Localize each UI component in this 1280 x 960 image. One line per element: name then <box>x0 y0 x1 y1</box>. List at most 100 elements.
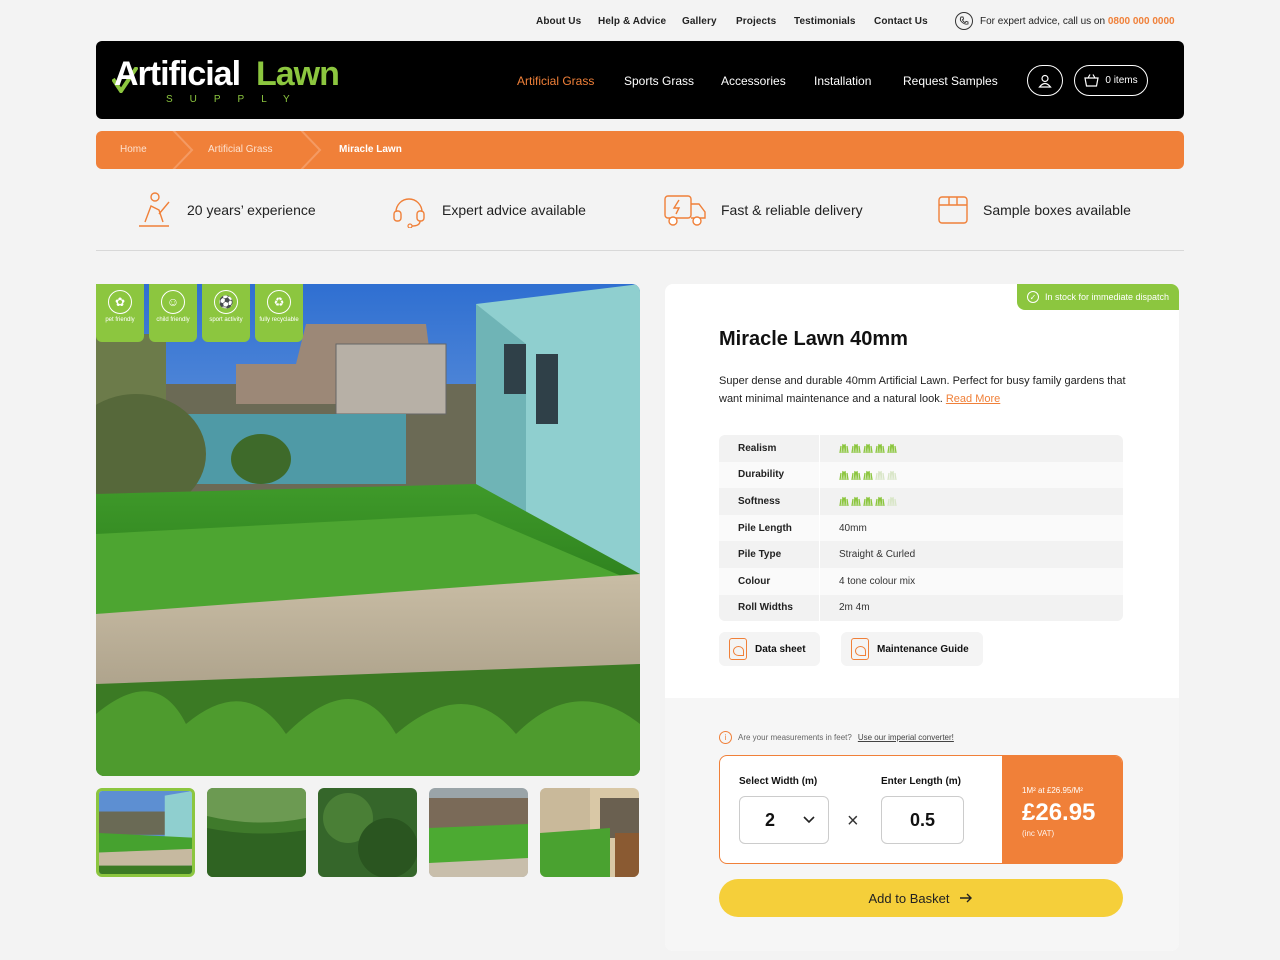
logo-supply: SUPPLY <box>166 94 307 105</box>
imperial-converter-link[interactable]: Use our imperial converter! <box>858 733 954 742</box>
feature-advice: Expert advice available <box>390 190 586 230</box>
worker-icon <box>139 192 170 227</box>
add-to-basket-button[interactable]: Add to Basket <box>719 879 1123 917</box>
badge-recyclable: ♻ fully recyclable <box>255 284 303 342</box>
rating-grass-icons <box>819 488 899 515</box>
thumbnail-5[interactable] <box>540 788 639 877</box>
breadcrumb-artificial-grass[interactable]: Artificial Grass <box>208 144 272 155</box>
logo-word-artificial: Artificial <box>114 55 241 93</box>
grass-tuft-icon-filled <box>863 497 873 507</box>
breadcrumb-current: Miracle Lawn <box>339 144 402 155</box>
help-advice-link[interactable]: Help & Advice <box>598 16 666 27</box>
grass-tuft-icon-filled <box>839 444 849 454</box>
thumbnail-1[interactable] <box>96 788 195 877</box>
section-divider <box>96 250 1184 251</box>
spec-label: Pile Length <box>738 522 792 534</box>
phone-icon <box>955 12 973 30</box>
width-value: 2 <box>765 809 776 830</box>
width-select[interactable]: 2 <box>739 796 829 844</box>
nav-request-samples[interactable]: Request Samples <box>903 74 998 88</box>
rating-row: Softness <box>719 488 1123 515</box>
basket-icon <box>1084 74 1100 87</box>
check-icon: ✓ <box>1026 291 1039 303</box>
spec-label: Roll Widths <box>738 602 793 614</box>
call-us-label: For expert advice, call us on <box>980 16 1106 27</box>
thumbnail-4[interactable] <box>429 788 528 877</box>
grass-tuft-icon-filled <box>863 444 873 454</box>
about-us-link[interactable]: About Us <box>536 16 581 27</box>
add-to-basket-label: Add to Basket <box>868 890 950 906</box>
width-label: Select Width (m) <box>739 776 818 787</box>
grass-tuft-icon-empty <box>887 497 897 507</box>
length-value: 0.5 <box>909 809 936 830</box>
read-more-link[interactable]: Read More <box>946 393 1000 405</box>
maintenance-guide-button[interactable]: Maintenance Guide <box>841 632 983 666</box>
testimonials-link[interactable]: Testimonials <box>794 16 856 27</box>
badge-label: child friendly <box>156 317 190 323</box>
account-button[interactable] <box>1027 65 1063 96</box>
phone-number[interactable]: 0800 000 0000 <box>1108 16 1175 27</box>
data-sheet-button[interactable]: Data sheet <box>719 632 820 666</box>
feature-experience: 20 years’ experience <box>135 190 316 230</box>
feature-label: Sample boxes available <box>983 202 1131 218</box>
grass-tuft-icon-filled <box>851 497 861 507</box>
spec-label: Pile Type <box>738 549 782 561</box>
imperial-converter-note: i Are your measurements in feet? Use our… <box>719 731 954 744</box>
feature-label: Expert advice available <box>442 202 586 218</box>
spec-value: 4 tone colour mix <box>819 567 915 595</box>
rating-grass-icons <box>819 435 899 462</box>
breadcrumb-home[interactable]: Home <box>120 144 147 155</box>
spec-row: Roll Widths 2m 4m <box>719 594 1123 621</box>
feature-delivery: Fast & reliable delivery <box>663 190 863 230</box>
badge-pet-friendly: ✿ pet friendly <box>96 284 144 342</box>
feature-samples: Sample boxes available <box>937 190 1131 230</box>
stock-label: In stock for immediate dispatch <box>1044 292 1169 302</box>
nav-installation[interactable]: Installation <box>814 74 871 88</box>
delivery-van-icon <box>664 195 706 226</box>
maintenance-guide-label: Maintenance Guide <box>877 643 969 655</box>
feature-label: 20 years’ experience <box>187 202 316 218</box>
product-description-text: Super dense and durable 40mm Artificial … <box>719 375 1126 405</box>
user-icon <box>1038 74 1052 88</box>
length-input[interactable]: 0.5 <box>881 796 964 844</box>
grass-tuft-icon-filled <box>851 444 861 454</box>
call-us-text: For expert advice, call us on 0800 000 0… <box>980 16 1175 27</box>
product-description: Super dense and durable 40mm Artificial … <box>719 372 1129 408</box>
site-logo[interactable]: Artificial Lawn SUPPLY <box>112 55 354 109</box>
spec-value: 2m 4m <box>819 594 870 621</box>
paw-icon: ✿ <box>108 290 132 314</box>
spec-row: Pile Length 40mm <box>719 514 1123 542</box>
badge-label: fully recyclable <box>259 317 299 323</box>
contact-us-link[interactable]: Contact Us <box>874 16 928 27</box>
spec-table: Realism Durability Softness Pile Length 4… <box>719 435 1123 621</box>
cart-button[interactable]: 0 items <box>1074 65 1148 96</box>
cart-count: 0 items <box>1105 75 1138 86</box>
price-per-unit: 1M² at £26.95/M² <box>1022 786 1083 795</box>
grass-tuft-icon-empty <box>875 470 885 480</box>
family-icon: ☺ <box>161 290 185 314</box>
pdf-icon <box>851 638 869 660</box>
projects-link[interactable]: Projects <box>736 16 776 27</box>
spec-label: Softness <box>738 495 781 507</box>
utility-bar: About Us Help & Advice Gallery Projects … <box>0 0 1280 42</box>
headset-icon <box>393 198 425 228</box>
grass-tuft-icon-filled <box>863 470 873 480</box>
grass-tuft-icon-filled <box>839 470 849 480</box>
nav-artificial-grass[interactable]: Artificial Grass <box>517 74 594 88</box>
gallery-link[interactable]: Gallery <box>682 16 717 27</box>
arrow-right-icon <box>960 893 973 903</box>
thumbnail-2[interactable] <box>207 788 306 877</box>
product-badges: ✿ pet friendly ☺ child friendly ⚽ sport … <box>96 284 306 342</box>
breadcrumb-separator <box>300 131 322 169</box>
total-price: £26.95 <box>1022 799 1096 826</box>
nav-accessories[interactable]: Accessories <box>721 74 786 88</box>
pdf-icon <box>729 638 747 660</box>
vat-note: (inc VAT) <box>1022 829 1055 838</box>
chevron-down-icon <box>803 816 815 824</box>
converter-text: Are your measurements in feet? <box>738 733 852 742</box>
grass-tuft-icon-filled <box>887 444 897 454</box>
thumbnail-3[interactable] <box>318 788 417 877</box>
badge-label: sport activity <box>209 317 243 323</box>
nav-sports-grass[interactable]: Sports Grass <box>624 74 694 88</box>
main-product-image[interactable] <box>96 284 640 776</box>
